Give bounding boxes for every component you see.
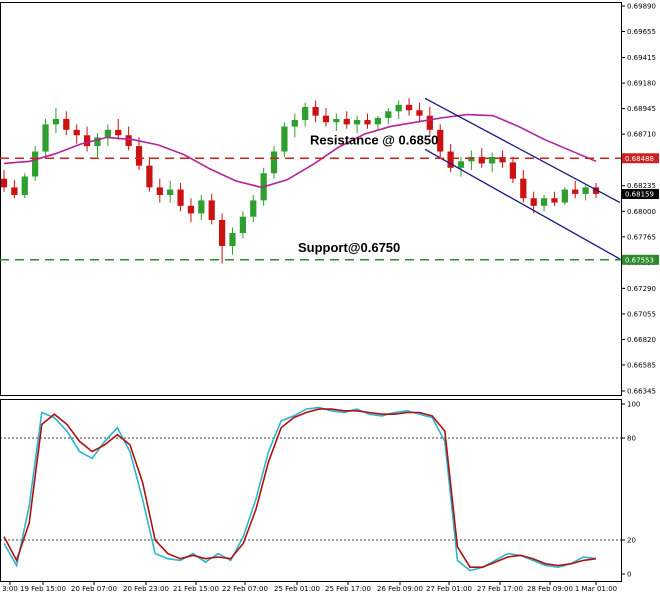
price-tick-label: 0.67290	[627, 285, 656, 293]
candle-body	[104, 129, 111, 138]
candle-body	[32, 151, 39, 177]
time-tick-label: 1 Mar 01:00	[575, 585, 617, 593]
candle-body	[11, 187, 18, 195]
oscillator-tick-label: 20	[627, 537, 636, 545]
forex-chart: Resistance @ 0.6850 Support@0.6750 0.6989…	[0, 0, 660, 598]
candle-body	[115, 129, 122, 136]
price-tick-label: 0.69415	[627, 54, 656, 62]
level-price-label: 0.68488	[625, 155, 654, 163]
oscillator-tick-label: 0	[627, 571, 631, 579]
candle-body	[198, 200, 205, 214]
time-tick-label: 22 Feb 07:00	[222, 585, 268, 593]
candle-body	[520, 178, 527, 199]
candle-body	[385, 111, 392, 118]
candle-body	[374, 117, 382, 125]
moving-average-line	[3, 113, 597, 189]
candle-body	[530, 198, 537, 206]
candle-body	[125, 135, 132, 147]
candle-body	[63, 118, 70, 130]
time-tick-label: 27 Feb 17:00	[477, 585, 523, 593]
candle-body	[540, 198, 548, 206]
candle-body	[135, 146, 143, 166]
candle-body	[426, 115, 433, 130]
level-price-label: 0.67553	[625, 256, 654, 264]
candle-body	[52, 118, 60, 125]
time-tick-label: 28 Feb 09:00	[527, 585, 573, 593]
current-price-label: 0.68159	[625, 190, 654, 198]
candle-body	[156, 187, 163, 195]
level-annotation: Support@0.6750	[298, 240, 400, 255]
time-tick-label: 21 Feb 15:00	[173, 585, 219, 593]
time-tick-label: 3:00	[2, 585, 18, 593]
oscillator-tick-label: 80	[627, 435, 636, 443]
level-annotation: Resistance @ 0.6850	[310, 132, 438, 147]
candle-body	[83, 135, 91, 147]
candle-body	[281, 126, 288, 152]
candle-body	[73, 129, 80, 136]
candle-body	[42, 124, 49, 152]
candle-body	[229, 232, 236, 247]
candle-body	[416, 110, 423, 116]
oscillator-series-line	[3, 406, 597, 572]
price-tick-label: 0.69890	[627, 3, 656, 11]
time-tick-label: 26 Feb 09:00	[377, 585, 423, 593]
candle-body	[354, 120, 361, 125]
time-tick-label: 20 Feb 07:00	[71, 585, 117, 593]
candle-body	[551, 198, 558, 203]
price-tick-label: 0.68710	[627, 131, 656, 139]
candle-body	[343, 118, 350, 125]
candle-body	[208, 200, 215, 220]
candle-body	[405, 104, 413, 111]
candle-body	[21, 176, 28, 195]
price-tick-label: 0.68000	[627, 208, 656, 216]
candle-body	[270, 151, 278, 174]
candle-body	[364, 120, 371, 125]
price-tick-label: 0.66345	[627, 388, 656, 396]
price-panel: Resistance @ 0.6850 Support@0.6750	[0, 2, 622, 396]
candle-body	[333, 118, 340, 123]
candle-body	[177, 189, 184, 206]
price-tick-label: 0.69655	[627, 28, 656, 36]
price-tick-label: 0.69180	[627, 80, 656, 88]
chart-svg: Resistance @ 0.6850 Support@0.6750 0.6989…	[0, 2, 659, 593]
time-tick-label: 19 Feb 15:00	[20, 585, 66, 593]
candle-body	[239, 216, 246, 233]
axes: 0.69890 0.69655 0.69415 0.69180 0.68945 0.687…	[2, 3, 659, 593]
candle-body	[457, 161, 465, 168]
price-panel-frame	[0, 2, 622, 396]
oscillator-tick-label: 100	[627, 401, 640, 409]
time-tick-label: 27 Feb 01:00	[426, 585, 472, 593]
price-tick-label: 0.68945	[627, 105, 656, 113]
candle-body	[302, 107, 309, 121]
price-tick-label: 0.66820	[627, 336, 656, 344]
candle-body	[322, 115, 330, 123]
price-tick-label: 0.66585	[627, 361, 656, 369]
candle-body	[572, 189, 579, 194]
candle-body	[582, 187, 589, 194]
oscillator-panel	[0, 399, 622, 582]
candle-body	[489, 156, 496, 164]
candle-body	[187, 205, 195, 214]
candle-body	[561, 189, 568, 203]
candle-body	[218, 219, 226, 247]
candle-body	[0, 178, 8, 188]
candle-body	[509, 162, 517, 179]
channel-lower-line	[424, 148, 621, 260]
oscillator-panel-frame	[0, 399, 622, 582]
time-tick-label: 25 Feb 01:00	[274, 585, 320, 593]
candle-body	[395, 104, 402, 112]
candle-body	[250, 200, 257, 217]
candle-body	[146, 165, 153, 188]
oscillator-series-line	[3, 408, 597, 569]
price-tick-label: 0.67765	[627, 233, 656, 241]
candle-body	[312, 107, 319, 116]
candle-body	[167, 189, 174, 195]
candle-body	[291, 120, 298, 127]
time-tick-label: 25 Feb 17:00	[325, 585, 371, 593]
price-tick-label: 0.67055	[627, 310, 656, 318]
time-tick-label: 20 Feb 23:00	[123, 585, 169, 593]
